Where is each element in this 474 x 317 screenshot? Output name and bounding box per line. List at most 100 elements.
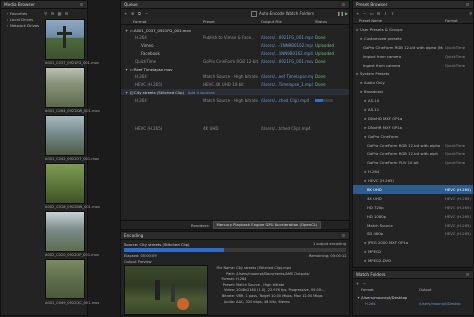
search-icon[interactable]: ⚲ xyxy=(468,11,473,16)
add-output-icon[interactable]: ⊕ xyxy=(130,11,135,16)
tree-item-network-drives[interactable]: › Network Drives xyxy=(2,22,42,28)
add-preset-icon[interactable]: + xyxy=(355,11,360,16)
start-queue-icon[interactable]: ▶ xyxy=(344,11,349,16)
add-source-icon[interactable]: + xyxy=(123,11,128,16)
pause-icon[interactable]: ❚❚ xyxy=(337,11,344,16)
add-sources-link[interactable]: Add 4 sources xyxy=(188,90,215,95)
remove-folder-icon[interactable]: − xyxy=(362,281,367,286)
queue-source-row[interactable]: ▾ ▭ Reef Timelapse.mov xyxy=(121,66,349,72)
watch-output-path[interactable]: /Users/moonrpt/Deskto xyxy=(419,302,471,306)
clip-name: A001_C064_0921KW_001.mov xyxy=(45,109,100,113)
panel-menu-icon[interactable]: ≡ xyxy=(465,272,470,277)
output-format: HEVC (H.265) xyxy=(135,82,163,87)
preset-group[interactable]: ▸ MPEG2-DVD xyxy=(353,256,473,265)
preset-group[interactable]: ▸ Broadcast xyxy=(353,87,473,96)
preset-item[interactable]: GoPro CineForm RGB 12-bit with alpha (Ma… xyxy=(353,43,473,52)
queue-output-row[interactable]: HEVC (H.265) HEVC 4K UHD 10-bit /Users/.… xyxy=(121,81,349,87)
remove-preset-icon[interactable]: − xyxy=(362,11,367,16)
grid-view-icon[interactable]: ▦ xyxy=(57,11,62,16)
auto-encode-checkbox[interactable] xyxy=(251,10,257,17)
watch-output-row[interactable]: H.264 /Users/moonrpt/Deskto xyxy=(353,301,473,307)
detail-value: /Users/moonrpt/Documents/AME Outputs/ xyxy=(236,271,310,276)
preset-group[interactable]: ▸ User Presets & Groups xyxy=(353,25,473,34)
export-icon[interactable]: ⇧ xyxy=(390,11,395,16)
queue-output-row[interactable]: HEVC (H.265) 4K UHD /Users/...tched Clip… xyxy=(121,125,349,131)
output-file-link[interactable]: /Users/...-1NN9B0162.mp4 xyxy=(261,43,313,48)
clip-thumbnail[interactable] xyxy=(45,67,85,108)
clip-thumbnail[interactable] xyxy=(45,259,85,299)
renderer-label: Renderer: xyxy=(191,222,210,228)
preset-group[interactable]: ▸ GoPro CineForm xyxy=(353,132,473,141)
preset-browser-header: Preset Browser ≡ xyxy=(353,1,473,9)
preset-item[interactable]: Ingest from camera QuickTime xyxy=(353,61,473,70)
import-icon[interactable]: ⇩ xyxy=(383,11,388,16)
preset-group[interactable]: ▸ JPEG 2000 MXF OP1a xyxy=(353,238,473,247)
panel-menu-icon[interactable]: ≡ xyxy=(465,2,470,7)
clip-thumbnail[interactable] xyxy=(45,115,85,156)
preset-item[interactable]: GoPro CineForm YUV 10-bit QuickTime xyxy=(353,158,473,167)
watch-folder-row[interactable]: ▾ /Users/moonrpt/Desktop xyxy=(353,294,473,300)
watch-folders-title: Watch Folders xyxy=(356,272,386,277)
watch-folders-panel: Watch Folders ≡ + − Format Output ▾ /Use… xyxy=(352,270,474,316)
watch-format[interactable]: H.264 xyxy=(365,302,376,306)
preset-item[interactable]: HD 1080p HEVC (H.265) xyxy=(353,212,473,221)
preset-item[interactable]: 4K UHD HEVC (H.265) xyxy=(353,194,473,203)
preset-item[interactable]: HD 720p HEVC (H.265) xyxy=(353,203,473,212)
preset-format: QuickTime xyxy=(445,53,466,59)
settings-icon[interactable]: ⚙ xyxy=(64,11,69,16)
queue-source-row[interactable]: ▾ ▭ A001_C037_0921FG_001.mov xyxy=(121,27,349,33)
filter-icon[interactable]: ⚲ xyxy=(43,11,48,16)
preset-item[interactable]: 8K UHD HEVC (H.265) xyxy=(353,185,473,194)
duplicate-icon[interactable]: ⧉ xyxy=(137,11,142,16)
queue-output-row[interactable]: QuickTime GoPro CineForm RGB 12-bit... /… xyxy=(121,58,349,64)
clip-thumbnail[interactable] xyxy=(45,211,85,252)
queue-header: Queue ≡ xyxy=(121,1,349,9)
queue-output-row[interactable]: H.264 Match Source - High bitrate /Users… xyxy=(121,97,349,103)
preset-group[interactable]: ▸ System Presets xyxy=(353,69,473,78)
settings-icon[interactable]: ⚙ xyxy=(376,11,381,16)
output-format: HEVC (H.265) xyxy=(135,126,163,131)
clip-thumbnail[interactable] xyxy=(45,19,85,60)
output-file-link[interactable]: /Users/...0921FG_001.mov xyxy=(261,59,313,64)
preset-group[interactable]: ▸ AS-10 xyxy=(353,96,473,105)
preset-group[interactable]: ▸ AS-11 xyxy=(353,105,473,114)
preset-group[interactable]: ▸ Customized presets xyxy=(353,34,473,43)
remove-icon[interactable]: − xyxy=(144,11,149,16)
queue-output-row[interactable]: H.264 Match Source - High bitrate /Users… xyxy=(121,73,349,79)
group-icon[interactable]: ▭ xyxy=(369,11,374,16)
media-browser-panel: Media Browser ≡ › Favorites › Local Drives… xyxy=(0,0,100,316)
output-file-link[interactable]: /Users/...0921FG_001.mp4 xyxy=(261,35,313,40)
queue-source-row[interactable]: ▾ ▤ City streets (Stitched Clip) Add 4 s… xyxy=(121,89,349,95)
renderer-select[interactable]: Mercury Playback Engine GPU Acceleration… xyxy=(212,221,322,229)
preset-item[interactable]: SD 480p HEVC (H.265) xyxy=(353,229,473,238)
preset-format: HEVC (H.265) xyxy=(445,222,471,228)
preset-group[interactable]: ▸ MPEG2 xyxy=(353,247,473,256)
cross-icon xyxy=(57,26,72,48)
add-folder-icon[interactable]: + xyxy=(355,281,360,286)
preset-group[interactable]: ▸ HEVC (H.265) xyxy=(353,176,473,185)
detail-value: Match Source - High bitrate xyxy=(236,282,285,287)
output-file-link[interactable]: /Users/...ched Clip).mp4 xyxy=(261,98,313,103)
preset-item[interactable]: GoPro CineForm RGB 12-bit with alph Quick… xyxy=(353,149,473,158)
queue-output-row[interactable]: Vimeo /Users/...-1NN9B0162.mp4 Uploaded xyxy=(121,42,349,48)
preset-group[interactable]: ▸ Audio Only xyxy=(353,78,473,87)
preset-group[interactable]: ▸ H.264 xyxy=(353,167,473,176)
list-view-icon[interactable]: ☰ xyxy=(50,11,55,16)
clip-thumbnail[interactable] xyxy=(45,163,85,204)
output-file-link[interactable]: /Users/...1NN9B0162.mp4 xyxy=(261,51,313,56)
panel-menu-icon[interactable]: ≡ xyxy=(341,233,346,238)
queue-output-row[interactable]: Facebook /Users/...1NN9B0162.mp4 Uploade… xyxy=(121,50,349,56)
panel-menu-icon[interactable]: ≡ xyxy=(341,2,346,7)
col-output-file: Output File xyxy=(261,19,282,24)
output-file-link[interactable]: /Users/...eef Timelapse.mp4 xyxy=(261,74,313,79)
preset-item[interactable]: GoPro CineForm RGB 12-bit with alpha Quic… xyxy=(353,141,473,150)
output-file-link[interactable]: /Users/...Timelapse_1.mp4 xyxy=(261,82,313,87)
preset-item[interactable]: Match Source HEVC (H.265) xyxy=(353,221,473,230)
preset-item[interactable]: Import from camera QuickTime xyxy=(353,52,473,61)
queue-output-row[interactable]: H.264 Publish to Vimeo & Face... /Users/… xyxy=(121,34,349,40)
preset-group[interactable]: ▸ DNxHD MXF OP1a xyxy=(353,114,473,123)
preset-group[interactable]: ▸ DNxHR MXF OP1a xyxy=(353,123,473,132)
clip-name: A001_C049_0922QC_001.mov xyxy=(45,301,100,305)
panel-menu-icon[interactable]: ≡ xyxy=(79,2,84,7)
output-file[interactable]: /Users/...tched Clip).mp4 xyxy=(261,126,313,131)
